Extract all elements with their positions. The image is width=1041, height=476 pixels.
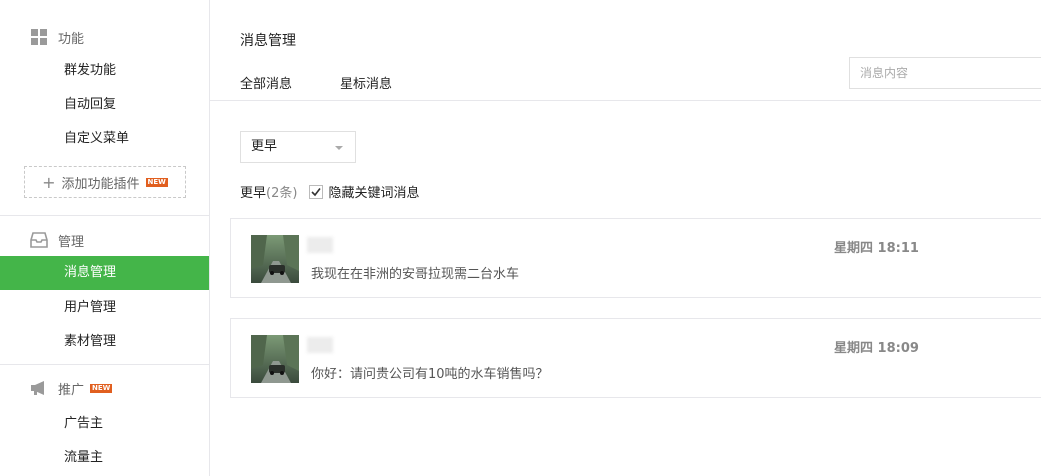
checkmark-icon (311, 187, 322, 196)
message-time: 星期四 18:09 (834, 341, 919, 356)
message-summary: 更早 (2条) 隐藏关键词消息 (240, 182, 419, 201)
inbox-icon (30, 231, 48, 249)
hide-keyword-checkbox[interactable] (309, 184, 324, 199)
megaphone-icon (30, 379, 48, 397)
add-plugin-label: 添加功能插件 (61, 176, 140, 192)
sidebar-item-auto-reply[interactable]: 自动回复 (0, 88, 209, 122)
avatar[interactable] (251, 235, 299, 283)
search-input[interactable] (849, 57, 1041, 89)
grid-icon (30, 28, 48, 46)
chevron-down-icon (335, 146, 343, 150)
sidebar-item-advertiser[interactable]: 广告主 (0, 407, 209, 441)
sidebar-section-functions: 功能 (30, 27, 84, 47)
page-title: 消息管理 (240, 33, 296, 49)
main-content: 消息管理 全部消息 星标消息 更早 更早 (2条) 隐藏关键词消息 (210, 0, 1041, 476)
sidebar-item-mass-send[interactable]: 群发功能 (0, 54, 209, 88)
sidebar-item-user-manage[interactable]: 用户管理 (0, 291, 209, 325)
section-title: 推广 (58, 382, 85, 398)
sender-name-blurred (307, 237, 333, 253)
sidebar: 功能 群发功能 自动回复 自定义菜单 + 添加功能插件 NEW 管理 消息管理 … (0, 0, 210, 476)
group-label: 更早 (240, 186, 267, 201)
sidebar-item-message-manage[interactable]: 消息管理 (0, 256, 209, 290)
sidebar-divider (0, 364, 209, 365)
hide-keyword-label: 隐藏关键词消息 (328, 186, 420, 201)
sender-name-blurred (307, 337, 333, 353)
message-text: 你好：请问贵公司有10吨的水车销售吗？ (311, 367, 549, 382)
message-item[interactable]: 你好：请问贵公司有10吨的水车销售吗？ 星期四 18:09 (230, 318, 1041, 398)
sidebar-section-manage: 管理 (30, 230, 84, 250)
message-text: 我现在在非洲的安哥拉现需二台水车 (311, 267, 520, 282)
new-badge: NEW (145, 177, 168, 187)
avatar[interactable] (251, 335, 299, 383)
sidebar-divider (0, 215, 209, 216)
section-title: 管理 (58, 234, 85, 250)
tab-starred-messages[interactable]: 星标消息 (340, 73, 392, 92)
tab-all-messages[interactable]: 全部消息 (240, 73, 292, 92)
sidebar-item-custom-menu[interactable]: 自定义菜单 (0, 122, 209, 156)
sidebar-item-material-manage[interactable]: 素材管理 (0, 325, 209, 359)
message-time: 星期四 18:11 (834, 241, 919, 256)
message-count: (2条) (266, 186, 298, 201)
hide-keyword-toggle[interactable]: 隐藏关键词消息 (309, 182, 419, 201)
sidebar-section-promote: 推广 NEW (30, 378, 113, 398)
sidebar-item-publisher[interactable]: 流量主 (0, 441, 209, 475)
time-filter-dropdown[interactable]: 更早 (240, 131, 356, 163)
new-badge: NEW (90, 383, 113, 393)
section-title: 功能 (58, 31, 85, 47)
add-plugin-button[interactable]: + 添加功能插件 NEW (24, 166, 186, 198)
tabs-divider (210, 100, 1041, 101)
time-filter-value: 更早 (251, 139, 278, 154)
message-item[interactable]: 我现在在非洲的安哥拉现需二台水车 星期四 18:11 (230, 218, 1041, 298)
plus-icon: + (42, 172, 56, 192)
